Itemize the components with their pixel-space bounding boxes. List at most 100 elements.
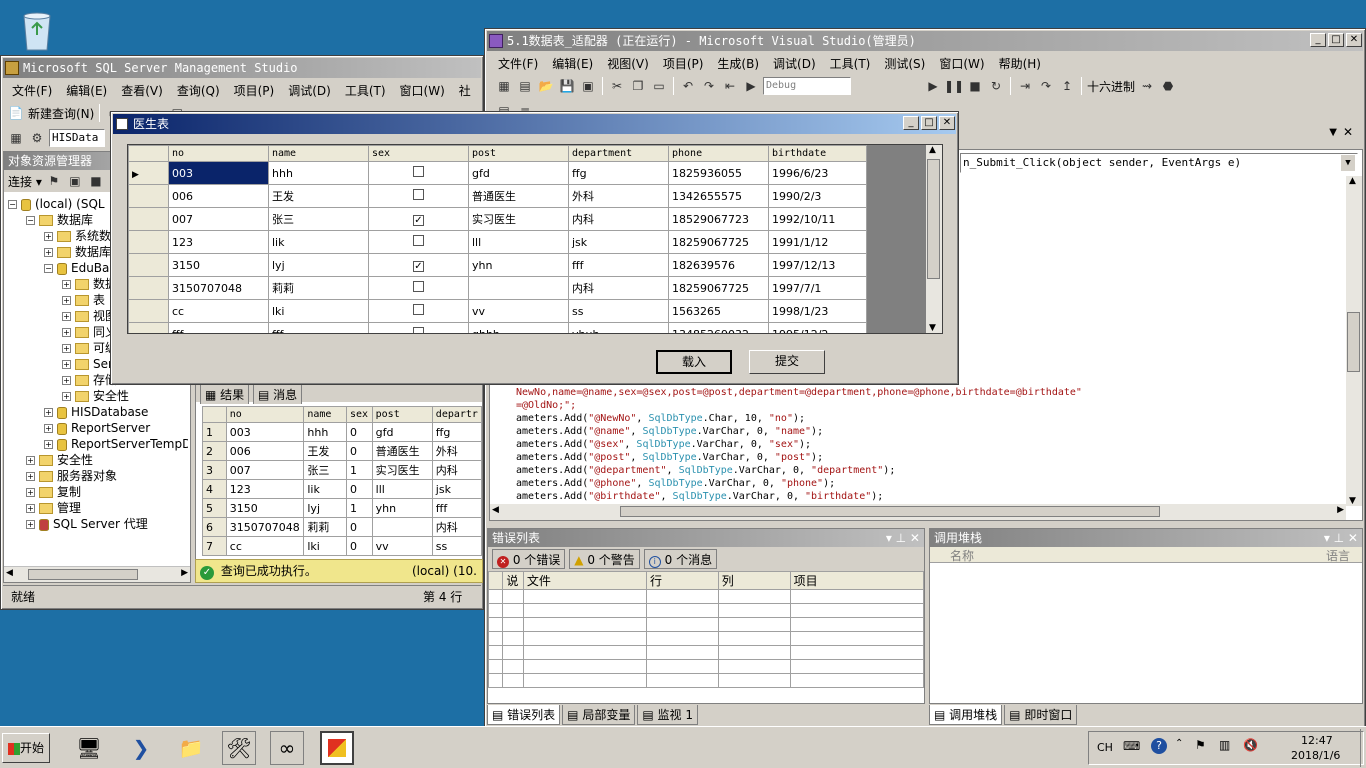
checkbox-unchecked[interactable] — [413, 281, 424, 292]
no-cell[interactable]: 007 — [168, 207, 269, 231]
row-number[interactable]: 5 — [202, 498, 227, 518]
phone-cell[interactable]: 182639576 — [668, 253, 769, 277]
doctor-column-header[interactable]: name — [268, 145, 369, 162]
pause-icon[interactable]: ❚❚ — [944, 78, 964, 94]
row-selector[interactable] — [128, 276, 169, 300]
phone-cell[interactable]: 1825936055 — [668, 161, 769, 185]
method-combo[interactable]: n_Submit_Click(object sender, EventArgs … — [960, 153, 1358, 173]
birthdate-cell[interactable]: 1998/1/23 — [768, 299, 867, 323]
no-cell[interactable]: 003 — [168, 161, 269, 185]
results-cell[interactable]: 0 — [346, 517, 373, 537]
doctor-column-header[interactable]: phone — [668, 145, 769, 162]
warnings-filter-button[interactable]: ▲ 0 个警告 — [569, 549, 640, 569]
error-list-column-header[interactable]: 列 — [717, 571, 791, 590]
dialog-title-bar[interactable]: 医生表 — [113, 114, 956, 134]
file-explorer-icon[interactable]: 📁 — [174, 731, 208, 765]
ssms-menu-item[interactable]: 项目(P) — [227, 82, 282, 99]
solution-config-combo[interactable]: Debug — [763, 77, 851, 95]
results-cell[interactable]: 0 — [346, 441, 373, 461]
table-row[interactable]: 3 007 张三 1 实习医生 内科 — [202, 460, 483, 480]
keyboard-icon[interactable]: ⌨ — [1123, 739, 1140, 753]
row-number[interactable]: 2 — [202, 441, 227, 461]
post-cell[interactable]: yhn — [468, 253, 569, 277]
no-cell[interactable]: fff — [168, 322, 269, 333]
sex-cell[interactable] — [368, 299, 469, 323]
scroll-thumb[interactable] — [28, 569, 138, 580]
row-selector[interactable] — [128, 184, 169, 208]
undo-icon[interactable]: ↶ — [679, 78, 697, 94]
expand-icon[interactable]: + — [62, 392, 71, 401]
error-list-column-header[interactable]: 项目 — [789, 571, 925, 590]
name-cell[interactable]: lik — [268, 230, 369, 254]
table-row[interactable]: 2 006 王发 0 普通医生 外科 — [202, 441, 483, 461]
error-list-column-header[interactable]: 说 — [502, 571, 524, 590]
cut-icon[interactable]: ✂ — [608, 78, 626, 94]
powershell-icon[interactable]: ❯ — [124, 731, 158, 765]
step-over-icon[interactable]: ↷ — [1037, 78, 1055, 94]
expand-icon[interactable]: + — [44, 440, 53, 449]
expand-icon[interactable]: + — [44, 408, 53, 417]
scroll-thumb[interactable] — [620, 506, 1160, 517]
start-icon[interactable]: ▶ — [742, 78, 760, 94]
results-cell[interactable]: 1 — [346, 498, 373, 518]
restart-icon[interactable]: ↻ — [987, 78, 1005, 94]
close-doc-icon[interactable]: ✕ — [1343, 125, 1353, 139]
results-cell[interactable]: 0 — [346, 422, 373, 442]
table-row[interactable]: cc lki vv ss 1563265 1998/1/23 — [128, 299, 867, 323]
table-row[interactable]: 3150 lyj ✓ yhn fff 182639576 1997/12/13 — [128, 253, 867, 277]
scroll-down-arrow-icon[interactable]: ▼ — [929, 323, 936, 333]
checkbox-unchecked[interactable] — [413, 304, 424, 315]
help-icon[interactable]: ? — [1151, 738, 1167, 754]
tree-node[interactable]: + 复制 — [8, 484, 188, 500]
results-cell[interactable]: hhh — [303, 422, 348, 442]
doctor-column-header[interactable]: sex — [368, 145, 469, 162]
messages-filter-button[interactable]: i 0 个消息 — [643, 549, 718, 569]
ssms-menu-item[interactable]: 窗口(W) — [393, 82, 452, 99]
name-cell[interactable]: hhh — [268, 161, 369, 185]
table-row[interactable]: 7 cc lki 0 vv ss — [202, 536, 483, 556]
bottom-tab[interactable]: ▤ 监视 1 — [637, 705, 698, 725]
tree-node[interactable]: + SQL Server 代理 — [8, 516, 188, 532]
expand-icon[interactable]: + — [62, 280, 71, 289]
results-cell[interactable]: 007 — [225, 460, 305, 480]
post-cell[interactable]: ghhh — [468, 322, 569, 333]
results-column-header[interactable]: departr — [431, 406, 483, 423]
results-cell[interactable]: ss — [431, 536, 483, 556]
birthdate-cell[interactable]: 1991/1/12 — [768, 230, 867, 254]
vs-menu-item[interactable]: 测试(S) — [877, 55, 932, 72]
expand-icon[interactable]: + — [44, 424, 53, 433]
vs-menu-item[interactable]: 帮助(H) — [992, 55, 1048, 72]
vs-menu-item[interactable]: 文件(F) — [491, 55, 545, 72]
results-column-header[interactable]: sex — [346, 406, 373, 423]
add-item-icon[interactable]: ▤ — [516, 78, 534, 94]
results-cell[interactable]: 莉莉 — [303, 517, 348, 537]
ssms-taskbar-icon[interactable]: 🛠 — [222, 731, 256, 765]
stop-icon[interactable]: ■ — [87, 173, 105, 189]
show-desktop-button[interactable] — [1360, 729, 1366, 767]
expand-icon[interactable]: + — [62, 296, 71, 305]
department-cell[interactable]: ffg — [568, 161, 669, 185]
scroll-left-arrow-icon[interactable]: ◀ — [6, 568, 13, 578]
close-button[interactable]: ✕ — [1346, 33, 1362, 47]
continue-icon[interactable]: ▶ — [924, 78, 942, 94]
ssms-menu-item[interactable]: 文件(F) — [5, 82, 59, 99]
results-cell[interactable]: gfd — [371, 422, 433, 442]
results-cell[interactable]: lik — [303, 479, 348, 499]
post-cell[interactable]: 普通医生 — [468, 184, 569, 208]
scroll-up-arrow-icon[interactable]: ▲ — [929, 145, 936, 155]
hex-display-button[interactable]: 十六进制 — [1087, 78, 1135, 95]
post-cell[interactable] — [468, 276, 569, 300]
ssms-menu-item[interactable]: 调试(D) — [281, 82, 338, 99]
results-cell[interactable]: 内科 — [431, 517, 483, 537]
minimize-button[interactable]: _ — [1310, 33, 1326, 47]
row-number[interactable]: 7 — [202, 536, 227, 556]
table-row[interactable]: 007 张三 ✓ 实习医生 内科 18529067723 1992/10/11 — [128, 207, 867, 231]
row-number[interactable]: 1 — [202, 422, 227, 442]
tree-node[interactable]: + ReportServerTempDB — [8, 436, 188, 452]
department-cell[interactable]: ss — [568, 299, 669, 323]
connect-button[interactable]: 连接 ▾ — [8, 173, 42, 190]
expand-icon[interactable]: + — [26, 520, 35, 529]
sex-cell[interactable] — [368, 161, 469, 185]
tree-node[interactable]: + 安全性 — [8, 388, 188, 404]
name-cell[interactable]: fff — [268, 322, 369, 333]
